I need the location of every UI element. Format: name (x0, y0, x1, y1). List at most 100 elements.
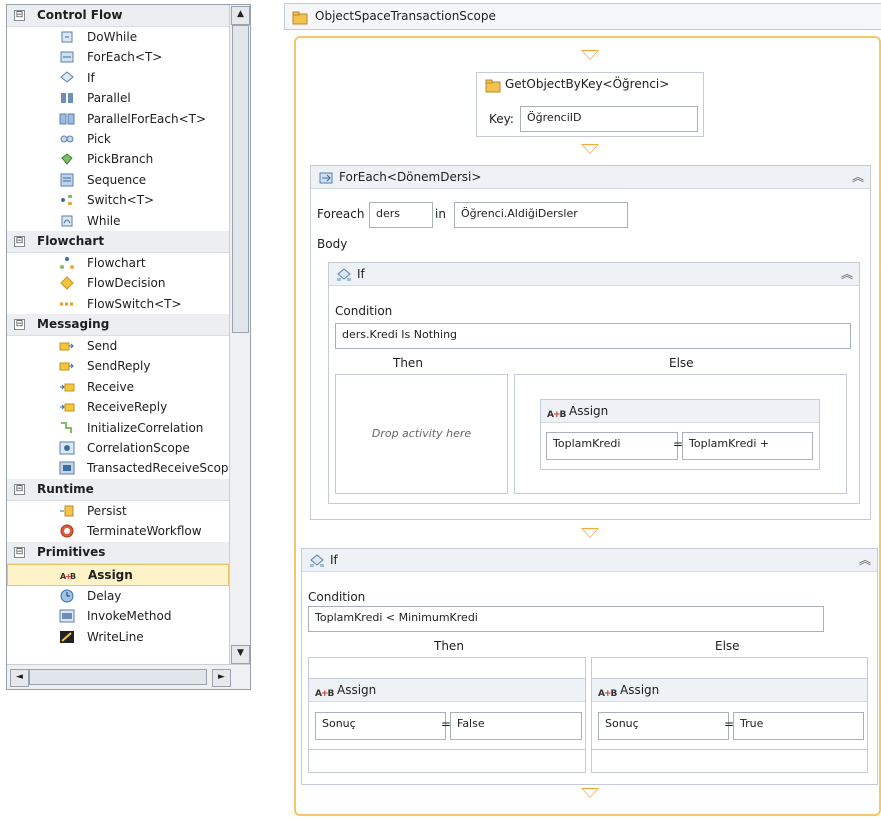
collapse-expander-icon[interactable]: ⊟ (14, 483, 25, 495)
toolbox-item-label: PickBranch (87, 152, 154, 167)
toolbox-item-dowhile[interactable]: DoWhile (7, 27, 229, 47)
toolbox-item-foreacht[interactable]: ForEach<T> (7, 47, 229, 67)
toolbox-vertical-scrollbar[interactable]: ▲ ▼ (229, 5, 250, 665)
assign-activity[interactable]: A+B Assign Sonuç = False (308, 678, 586, 750)
collapse-expander-icon[interactable]: ⊟ (14, 235, 25, 247)
toolbox-item-assign[interactable]: A + B Assign (7, 563, 229, 586)
outer-if-title: If (330, 553, 338, 567)
toolbox-item-flowdecision[interactable]: FlowDecision (7, 273, 229, 293)
toolbox-item-label: Sequence (87, 172, 147, 187)
toolbox-item-send[interactable]: Send (7, 336, 229, 356)
toolbox-item-invokemethod[interactable]: InvokeMethod (7, 606, 229, 626)
collapse-icon[interactable]: ︽ (841, 263, 853, 285)
get-object-by-key-activity[interactable]: GetObjectByKey<Öğrenci> Key: ÖğrenciID (476, 72, 704, 137)
toolbox-item-receive[interactable]: Receive (7, 377, 229, 397)
else-branch: A+B Assign Sonuç = True (591, 657, 868, 773)
pickbranch-icon (59, 152, 75, 166)
toolbox-item-initializecorrelation[interactable]: InitializeCorrelation (7, 418, 229, 438)
assign-to-input[interactable]: ToplamKredi (546, 432, 678, 460)
category-label: Control Flow (37, 8, 123, 22)
transaction-scope-header[interactable]: ObjectSpaceTransactionScope (284, 3, 881, 30)
persist-icon (59, 504, 75, 518)
key-input[interactable]: ÖğrenciID (520, 106, 698, 132)
assign-to-input[interactable]: Sonuç (598, 712, 729, 740)
assign-to-input[interactable]: Sonuç (315, 712, 446, 740)
toolbox-item-while[interactable]: While (7, 211, 229, 231)
toolbox-item-flowchart[interactable]: Flowchart (7, 253, 229, 273)
inner-if-activity[interactable]: If ︽ Condition ders.Kredi Is Nothing The… (328, 262, 860, 504)
toolbox-item-label: TerminateWorkflow (87, 524, 202, 539)
toolbox-item-parallelforeacht[interactable]: ParallelForEach<T> (7, 109, 229, 129)
condition-input[interactable]: ders.Kredi Is Nothing (335, 323, 851, 349)
assign-icon: A+B (315, 689, 334, 699)
collapse-icon[interactable]: ︽ (852, 166, 864, 188)
category-control-flow[interactable]: ⊟ Control Flow (7, 5, 229, 27)
scroll-right-button[interactable]: ► (212, 669, 231, 687)
toolbox-item-receivereply[interactable]: ReceiveReply (7, 397, 229, 417)
pick-icon (59, 132, 75, 146)
outer-if-activity[interactable]: If ︽ Condition ToplamKredi < MinimumKred… (301, 548, 878, 785)
scroll-up-button[interactable]: ▲ (231, 6, 250, 25)
assign-activity[interactable]: A+B Assign Sonuç = True (591, 678, 868, 750)
while-icon (59, 214, 75, 228)
toolbox-item-terminateworkflow[interactable]: TerminateWorkflow (7, 521, 229, 541)
toolbox-item-label: ForEach<T> (87, 50, 163, 65)
transaction-scope-body: GetObjectByKey<Öğrenci> Key: ÖğrenciID F… (294, 36, 881, 816)
toolbox-item-label: SendReply (87, 359, 151, 374)
condition-input[interactable]: ToplamKredi < MinimumKredi (308, 606, 824, 632)
then-branch: A+B Assign Sonuç = False (308, 657, 586, 773)
category-primitives[interactable]: ⊟ Primitives (7, 541, 229, 564)
assign-value-input[interactable]: True (733, 712, 864, 740)
foreach-item-input[interactable]: ders (369, 202, 433, 228)
scroll-left-button[interactable]: ◄ (10, 669, 29, 687)
toolbox-item-parallel[interactable]: Parallel (7, 88, 229, 108)
body-label: Body (317, 237, 348, 251)
toolbox-horizontal-scrollbar[interactable]: ◄ ► (7, 664, 250, 689)
toolbox-item-delay[interactable]: Delay (7, 586, 229, 606)
foreach-header: ForEach<DönemDersi> ︽ (311, 166, 870, 189)
flowswitch-icon (59, 297, 75, 311)
inner-if-title: If (357, 267, 365, 281)
flowdecision-icon (59, 276, 75, 291)
inner-if-header: If ︽ (329, 263, 859, 286)
toolbox-item-flowswitcht[interactable]: FlowSwitch<T> (7, 294, 229, 314)
foreach-collection-input[interactable]: Öğrenci.AldiğiDersler (454, 202, 628, 228)
get-object-by-key-title: GetObjectByKey<Öğrenci> (505, 77, 670, 91)
outer-if-header: If ︽ (302, 549, 877, 572)
collapse-expander-icon[interactable]: ⊟ (14, 10, 25, 21)
category-runtime[interactable]: ⊟ Runtime (7, 478, 229, 501)
toolbox-item-pickbranch[interactable]: PickBranch (7, 149, 229, 169)
then-label: Then (434, 639, 464, 653)
toolbox-item-label: FlowSwitch<T> (87, 296, 182, 311)
toolbox-item-label: FlowDecision (87, 276, 166, 291)
scroll-down-button[interactable]: ▼ (231, 645, 250, 664)
toolbox-item-sequence[interactable]: Sequence (7, 170, 229, 190)
collapse-expander-icon[interactable]: ⊟ (14, 546, 25, 558)
svg-text:B: B (70, 572, 76, 581)
toolbox-item-if[interactable]: If (7, 68, 229, 88)
category-messaging[interactable]: ⊟ Messaging (7, 314, 229, 337)
assign-title: Assign (620, 683, 660, 697)
category-flowchart[interactable]: ⊟ Flowchart (7, 230, 229, 253)
assign-activity[interactable]: A+B Assign ToplamKredi = ToplamKredi + (540, 399, 820, 470)
assign-value-input[interactable]: ToplamKredi + (682, 432, 813, 460)
condition-label: Condition (308, 590, 366, 604)
initializecorrelation-icon (59, 421, 75, 435)
dowhile-icon (59, 30, 75, 44)
toolbox-item-writeline[interactable]: WriteLine (7, 627, 229, 647)
if-icon (309, 553, 325, 567)
foreach-activity[interactable]: ForEach<DönemDersi> ︽ Foreach ders in Öğ… (310, 165, 871, 520)
then-drop-zone[interactable]: Drop activity here (335, 374, 508, 494)
in-label: in (435, 207, 446, 221)
toolbox-item-sendreply[interactable]: SendReply (7, 356, 229, 376)
scroll-thumb[interactable] (232, 25, 249, 333)
assign-value-input[interactable]: False (450, 712, 582, 740)
toolbox-item-switcht[interactable]: Switch<T> (7, 190, 229, 210)
collapse-expander-icon[interactable]: ⊟ (14, 319, 25, 331)
toolbox-item-correlationscope[interactable]: CorrelationScope (7, 438, 229, 458)
toolbox-item-persist[interactable]: Persist (7, 501, 229, 521)
horizontal-scroll-thumb[interactable] (29, 669, 207, 685)
collapse-icon[interactable]: ︽ (859, 549, 871, 571)
toolbox-item-transactedreceivescope[interactable]: TransactedReceiveScope (7, 458, 229, 478)
toolbox-item-pick[interactable]: Pick (7, 129, 229, 149)
